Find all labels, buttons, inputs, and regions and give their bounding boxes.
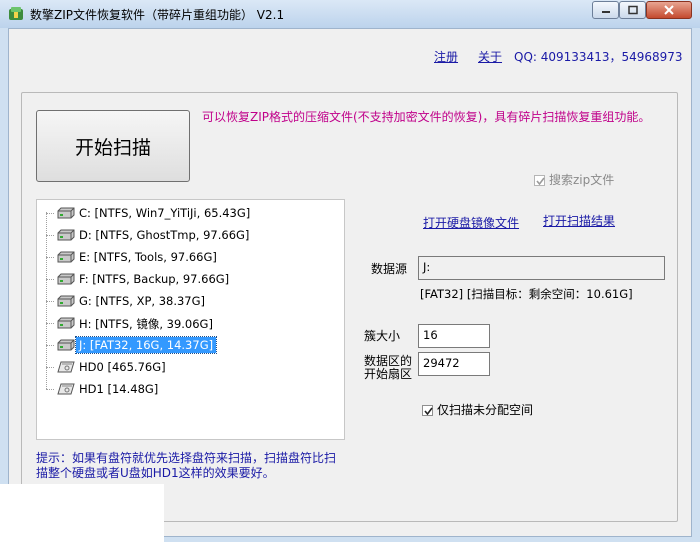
drive-tree-label: F: [NTFS, Backup, 97.66G] [79,272,230,286]
close-icon [664,5,674,15]
app-icon [9,7,23,20]
about-link[interactable]: 关于 [478,48,502,65]
data-source-label: 数据源 [371,262,408,276]
drive-icon [57,229,75,241]
qq-contact: QQ: 409133413，54968973 [514,50,683,64]
drive-icon [57,317,75,329]
drive-tree-label: H: [NTFS, 镜像, 39.06G] [79,317,213,331]
drive-icon [57,207,75,219]
drive-icon [57,251,75,263]
unallocated-only-label: 仅扫描未分配空间 [437,403,534,417]
cluster-size-label: 簇大小 [364,329,401,343]
hard-disk-icon [57,383,75,395]
search-zip-label: 搜索zip文件 [549,173,615,187]
drive-tree-item[interactable]: D: [NTFS, GhostTmp, 97.66G] [46,225,336,245]
drive-tree-item[interactable]: C: [NTFS, Win7_YiTiJi, 65.43G] [46,203,336,223]
maximize-icon [627,5,638,15]
register-link[interactable]: 注册 [434,48,458,65]
tree-branch [46,323,54,324]
tree-branch [46,345,54,346]
window-title: 数擎ZIP文件恢复软件（带碎片重组功能） V2.1 [30,8,285,22]
title-bar: 数擎ZIP文件恢复软件（带碎片重组功能） V2.1 [0,0,700,28]
tree-branch [46,279,54,280]
cluster-size-input[interactable]: 16 [418,324,490,348]
tree-branch [46,257,54,258]
data-source-field: J: [418,256,665,280]
usage-hint: 提示：如果有盘符就优先选择盘符来扫描，扫描盘符比扫描整个硬盘或者U盘如HD1这样… [36,451,337,480]
feature-notice: 可以恢复ZIP格式的压缩文件(不支持加密文件的恢复)，具有碎片扫描恢复重组功能。 [202,110,651,124]
data-source-info: [FAT32] [扫描目标：剩余空间：10.61G] [420,287,633,301]
unallocated-only-checkbox[interactable]: 仅扫描未分配空间 [422,401,533,418]
drive-tree-item[interactable]: E: [NTFS, Tools, 97.66G] [46,247,336,267]
tree-branch [46,213,54,214]
watermark-area [0,484,164,542]
start-scan-button[interactable]: 开始扫描 [36,110,190,182]
checkbox-icon [422,405,433,416]
minimize-icon [601,11,610,13]
drive-tree-item[interactable]: J: [FAT32, 16G, 14.37G] [46,335,336,355]
drive-icon [57,273,75,285]
drive-tree-label: J: [FAT32, 16G, 14.37G] [74,336,218,354]
drive-tree-label: G: [NTFS, XP, 38.37G] [79,294,206,308]
drive-tree-label: HD1 [14.48G] [79,382,159,396]
drive-tree-item[interactable]: HD1 [14.48G] [46,379,336,399]
drive-icon [57,295,75,307]
tree-branch [46,235,54,236]
minimize-button[interactable] [592,1,619,19]
hard-disk-icon [57,361,75,373]
drive-tree-item[interactable]: G: [NTFS, XP, 38.37G] [46,291,336,311]
drive-tree-label: C: [NTFS, Win7_YiTiJi, 65.43G] [79,206,251,220]
open-scan-result-link[interactable]: 打开扫描结果 [543,212,615,229]
start-sector-input[interactable]: 29472 [418,352,490,376]
drive-icon [57,339,75,351]
drive-tree-item[interactable]: F: [NTFS, Backup, 97.66G] [46,269,336,289]
tree-branch [46,389,54,390]
drive-tree-label: D: [NTFS, GhostTmp, 97.66G] [79,228,250,242]
drive-tree-item[interactable]: HD0 [465.76G] [46,357,336,377]
checkbox-icon [534,175,545,186]
drive-tree-label: HD0 [465.76G] [79,360,166,374]
search-zip-checkbox: 搜索zip文件 [534,171,614,188]
close-button[interactable] [646,1,692,19]
drive-tree-item[interactable]: H: [NTFS, 镜像, 39.06G] [46,313,336,333]
tree-branch [46,367,54,368]
start-sector-label-2: 开始扇区 [364,367,413,381]
drive-tree-label: E: [NTFS, Tools, 97.66G] [79,250,217,264]
open-disk-image-link[interactable]: 打开硬盘镜像文件 [423,214,519,231]
maximize-button[interactable] [619,1,646,19]
drive-tree[interactable]: C: [NTFS, Win7_YiTiJi, 65.43G] D: [NTFS, … [36,199,345,440]
tree-branch [46,301,54,302]
